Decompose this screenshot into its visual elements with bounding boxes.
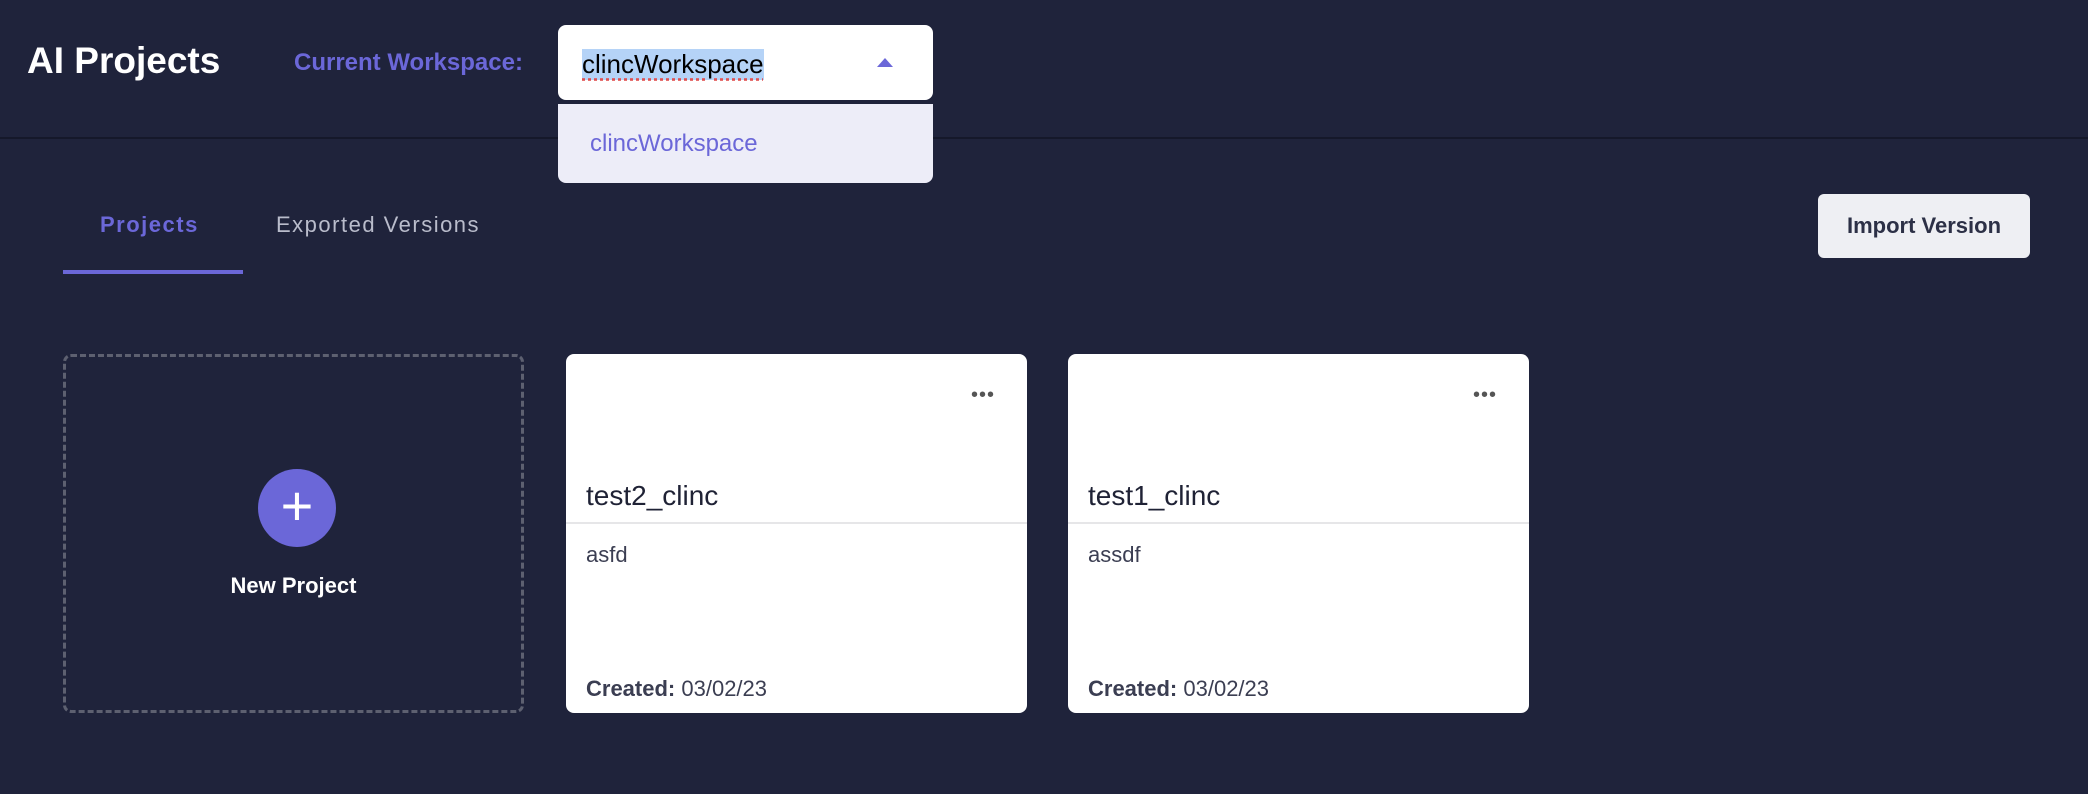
project-card[interactable]: ••• test1_clinc assdf Created: 03/02/23 [1068,354,1529,713]
import-version-button[interactable]: Import Version [1818,194,2030,258]
workspace-select-value[interactable]: clincWorkspace [582,49,764,80]
project-description: asfd [586,542,628,567]
workspace-dropdown: clincWorkspace [558,104,933,183]
page-title: AI Projects [27,40,221,81]
project-name: test1_clinc [1088,480,1221,511]
caret-up-icon[interactable] [877,58,893,67]
project-created: Created: 03/02/23 [586,676,768,701]
tab-projects[interactable]: Projects [100,212,199,238]
project-name: test2_clinc [586,480,719,511]
workspace-select[interactable]: clincWorkspace [558,25,933,100]
more-options-icon[interactable]: ••• [1473,384,1497,407]
new-project-label: New Project [230,573,357,598]
dropdown-option[interactable]: clincWorkspace [590,130,758,158]
workspace-label: Current Workspace: [294,49,523,76]
project-card[interactable]: ••• test2_clinc asfd Created: 03/02/23 [566,354,1027,713]
new-project-card[interactable]: + New Project [63,354,524,713]
app-header: AI Projects Current Workspace: clincWork… [0,0,2088,139]
plus-icon[interactable]: + [258,469,336,547]
more-options-icon[interactable]: ••• [971,384,995,407]
divider [566,522,1027,524]
project-description: assdf [1088,542,1141,567]
project-created: Created: 03/02/23 [1088,676,1270,701]
tab-exported-versions[interactable]: Exported Versions [276,212,480,238]
active-tab-indicator [63,270,243,274]
divider [1068,522,1529,524]
